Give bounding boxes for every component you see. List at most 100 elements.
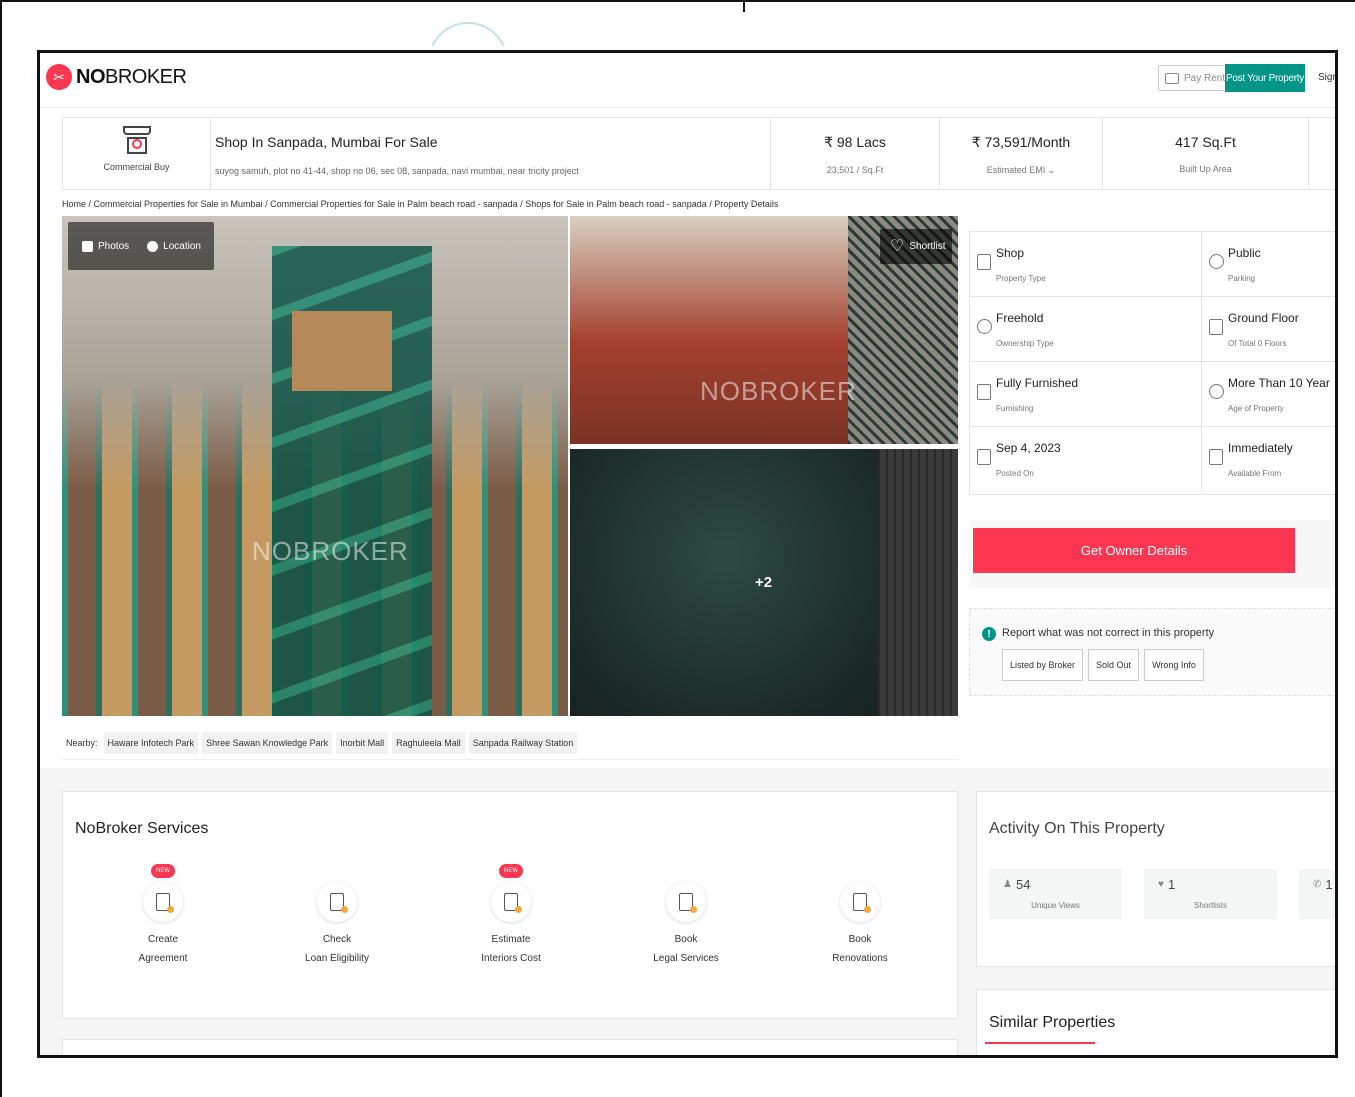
stat-contacts: ✆ 1 (1299, 869, 1335, 919)
divider-tick (743, 0, 745, 12)
camera-icon (82, 240, 93, 252)
heart-icon: ♡ (890, 237, 905, 255)
activity-title: Activity On This Property (989, 820, 1165, 837)
price-value: ₹ 98 Lacs (824, 134, 886, 150)
shop-icon (122, 126, 152, 156)
location-button[interactable]: Location (147, 240, 201, 252)
service-create-agreement[interactable]: NEW Create Agreement (103, 864, 223, 964)
photo-gallery[interactable]: NOBROKER NOBROKER +2 Photos Location ♡ S… (62, 216, 958, 716)
interiors-icon (504, 893, 522, 913)
nearby-chip[interactable]: Shree Sawan Knowledge Park (202, 732, 333, 754)
new-badge: NEW (499, 864, 523, 878)
stat-shortlists: ♥ 1 Shortlists (1144, 869, 1277, 919)
category-label: Commercial Buy (103, 162, 170, 172)
services-title: NoBroker Services (75, 820, 209, 837)
nearby-chip[interactable]: Raghuleela Mall (392, 732, 465, 754)
detail-floor: Ground Floor Of Total 0 Floors (1202, 297, 1335, 362)
logo-mark-icon: ✂ (46, 64, 72, 90)
flag-icon (977, 449, 991, 465)
service-estimate-interiors[interactable]: NEW Estimate Interiors Cost (451, 864, 571, 964)
gallery-toolbar: Photos Location (68, 222, 214, 270)
parking-icon (1209, 254, 1224, 269)
post-property-button[interactable]: Post Your Property (1225, 64, 1305, 92)
compass-icon (147, 240, 159, 252)
report-options: Listed by Broker Sold Out Wrong Info (1002, 649, 1204, 681)
detail-age: More Than 10 Year Age of Property (1202, 362, 1335, 427)
browser-frame: ✂ NOBROKER Pay Rent Post Your Property S… (37, 50, 1338, 1058)
watermark: NOBROKER (252, 536, 409, 566)
property-details-grid: Shop Property Type Public Parking Freeho… (969, 231, 1335, 495)
detail-posted-on: Sep 4, 2023 Posted On (970, 427, 1202, 492)
age-icon (1209, 384, 1224, 399)
next-card (62, 1039, 958, 1055)
detail-property-type: Shop Property Type (970, 232, 1202, 297)
legal-icon (679, 893, 697, 913)
property-category: Commercial Buy (63, 118, 211, 189)
card-icon (1165, 72, 1179, 84)
main-photo[interactable]: NOBROKER (62, 216, 568, 716)
nearby-chip[interactable]: Inorbit Mall (336, 732, 389, 754)
detail-ownership: Freehold Ownership Type (970, 297, 1202, 362)
logo-text: NOBROKER (76, 65, 187, 88)
property-summary-bar: Commercial Buy Shop In Sanpada, Mumbai F… (62, 117, 1335, 190)
report-box: ! Report what was not correct in this pr… (969, 608, 1335, 696)
sign-in-link[interactable]: Sign (1318, 72, 1335, 83)
site-header: ✂ NOBROKER Pay Rent Post Your Property S… (40, 53, 1335, 108)
pay-rent-button[interactable]: Pay Rent (1158, 65, 1233, 91)
area-block: 417 Sq.Ft Built Up Area (1103, 118, 1309, 189)
title-underline (985, 1042, 1095, 1044)
report-text: Report what was not correct in this prop… (1002, 627, 1215, 639)
nobroker-services: NoBroker Services NEW Create Agreement C… (62, 791, 958, 1019)
owner-icon (977, 319, 992, 334)
heart-icon: ♥ (1158, 879, 1164, 890)
furnishing-icon (977, 384, 991, 400)
report-sold-out-button[interactable]: Sold Out (1088, 649, 1140, 681)
photo-thumbnail-more[interactable]: +2 (570, 449, 958, 716)
loan-icon (330, 893, 348, 913)
photos-button[interactable]: Photos (82, 240, 129, 252)
pay-rent-label: Pay Rent (1184, 72, 1226, 84)
service-check-loan[interactable]: Check Loan Eligibility (277, 864, 397, 964)
calendar-icon (1209, 449, 1223, 465)
emi-value: ₹ 73,591/Month (971, 134, 1071, 150)
similar-properties: Similar Properties (976, 989, 1335, 1055)
report-listed-by-broker-button[interactable]: Listed by Broker (1002, 649, 1084, 681)
agreement-icon (156, 893, 174, 913)
report-wrong-info-button[interactable]: Wrong Info (1144, 649, 1204, 681)
emi-block[interactable]: ₹ 73,591/Month Estimated EMI ⌄ (940, 118, 1103, 189)
activity-panel: Activity On This Property ♟ 54 Unique Vie… (976, 791, 1335, 967)
service-legal[interactable]: Book Legal Services (626, 864, 746, 964)
info-icon: ! (982, 627, 996, 641)
more-photos-count: +2 (755, 574, 773, 591)
stairs-icon (1209, 319, 1223, 335)
breadcrumb[interactable]: Home / Commercial Properties for Sale in… (62, 199, 778, 209)
area-value: 417 Sq.Ft (1175, 134, 1236, 150)
watermark: NOBROKER (700, 376, 857, 406)
nearby-chip[interactable]: Sanpada Railway Station (468, 732, 578, 754)
new-badge: NEW (151, 864, 175, 878)
service-renovations[interactable]: Book Renovations (800, 864, 920, 964)
price-block: ₹ 98 Lacs 23,501 / Sq.Ft (771, 118, 940, 189)
nearby-places: Nearby: Haware Infotech Park Shree Sawan… (62, 727, 958, 760)
property-title: Shop In Sanpada, Mumbai For Sale (215, 134, 438, 150)
property-title-block: Shop In Sanpada, Mumbai For Sale suyog s… (211, 118, 771, 189)
price-per-sqft: 23,501 / Sq.Ft (826, 165, 884, 175)
shop-icon (977, 254, 991, 270)
stat-unique-views: ♟ 54 Unique Views (989, 869, 1122, 919)
area-label: Built Up Area (1179, 164, 1232, 174)
get-owner-details-button[interactable]: Get Owner Details (973, 528, 1295, 573)
property-address: suyog samuh, plot no 41-44, shop no 06, … (215, 166, 579, 176)
nearby-label: Nearby: (66, 738, 98, 748)
emi-dropdown[interactable]: Estimated EMI ⌄ (940, 165, 1102, 176)
renovation-icon (853, 893, 871, 913)
detail-available-from: Immediately Available From (1202, 427, 1335, 492)
detail-parking: Public Parking (1202, 232, 1335, 297)
shortlist-button[interactable]: ♡ Shortlist (880, 229, 952, 264)
cta-container: Get Owner Details (969, 520, 1335, 588)
detail-furnishing: Fully Furnished Furnishing (970, 362, 1202, 427)
phone-icon: ✆ (1313, 879, 1322, 890)
nobroker-logo[interactable]: ✂ NOBROKER (46, 64, 187, 90)
nearby-chip[interactable]: Haware Infotech Park (103, 732, 199, 754)
person-icon: ♟ (1003, 879, 1012, 890)
similar-title: Similar Properties (989, 1014, 1116, 1031)
